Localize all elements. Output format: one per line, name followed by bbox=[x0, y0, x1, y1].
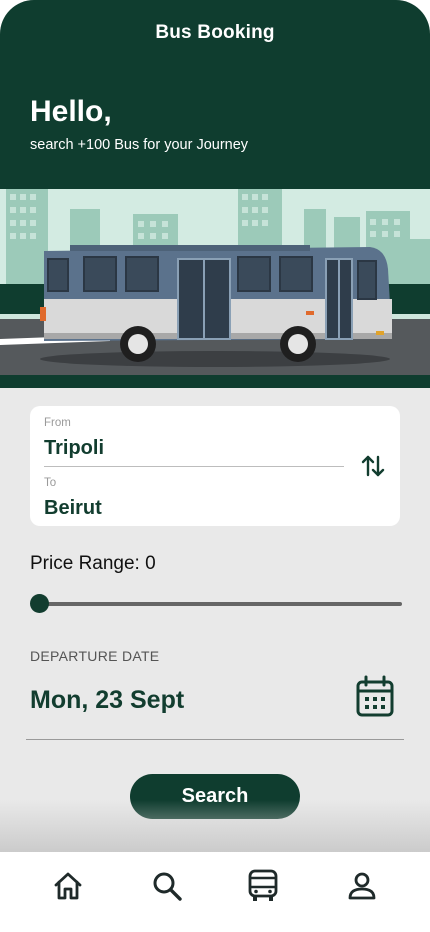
slider-thumb[interactable] bbox=[30, 594, 49, 613]
app-screen: Bus Booking Hello, search +100 Bus for y… bbox=[0, 0, 430, 932]
from-field[interactable]: Tripoli bbox=[44, 437, 104, 460]
header: Bus Booking Hello, search +100 Bus for y… bbox=[0, 0, 430, 190]
price-range-slider[interactable] bbox=[30, 594, 402, 614]
from-label: From bbox=[44, 417, 71, 429]
search-icon bbox=[153, 872, 182, 901]
to-field[interactable]: Beirut bbox=[44, 497, 102, 520]
slider-track bbox=[38, 602, 402, 606]
nav-profile[interactable] bbox=[344, 868, 380, 904]
bus-icon bbox=[248, 869, 278, 901]
route-divider bbox=[44, 466, 344, 467]
calendar-icon bbox=[356, 675, 394, 717]
nav-bus[interactable] bbox=[245, 868, 281, 904]
swap-vertical-icon bbox=[361, 455, 385, 477]
nav-search[interactable] bbox=[149, 868, 185, 904]
calendar-button[interactable] bbox=[354, 675, 396, 719]
bus-banner-image bbox=[0, 189, 430, 388]
person-icon bbox=[348, 872, 376, 900]
greeting: Hello, bbox=[30, 95, 112, 128]
nav-home[interactable] bbox=[50, 868, 86, 904]
bus-illustration bbox=[0, 189, 430, 388]
greeting-subtitle: search +100 Bus for your Journey bbox=[30, 137, 249, 153]
departure-date-label: DEPARTURE DATE bbox=[30, 648, 160, 664]
to-label: To bbox=[44, 477, 57, 489]
route-card: From Tripoli To Beirut bbox=[30, 406, 400, 526]
app-title: Bus Booking bbox=[155, 22, 275, 43]
departure-date-value[interactable]: Mon, 23 Sept bbox=[30, 686, 184, 715]
price-range-label: Price Range: 0 bbox=[30, 553, 156, 574]
home-icon bbox=[54, 872, 82, 900]
search-button[interactable]: Search bbox=[130, 774, 300, 819]
swap-route-button[interactable] bbox=[358, 451, 388, 481]
bottom-navigation bbox=[0, 852, 430, 932]
date-divider bbox=[26, 739, 404, 740]
